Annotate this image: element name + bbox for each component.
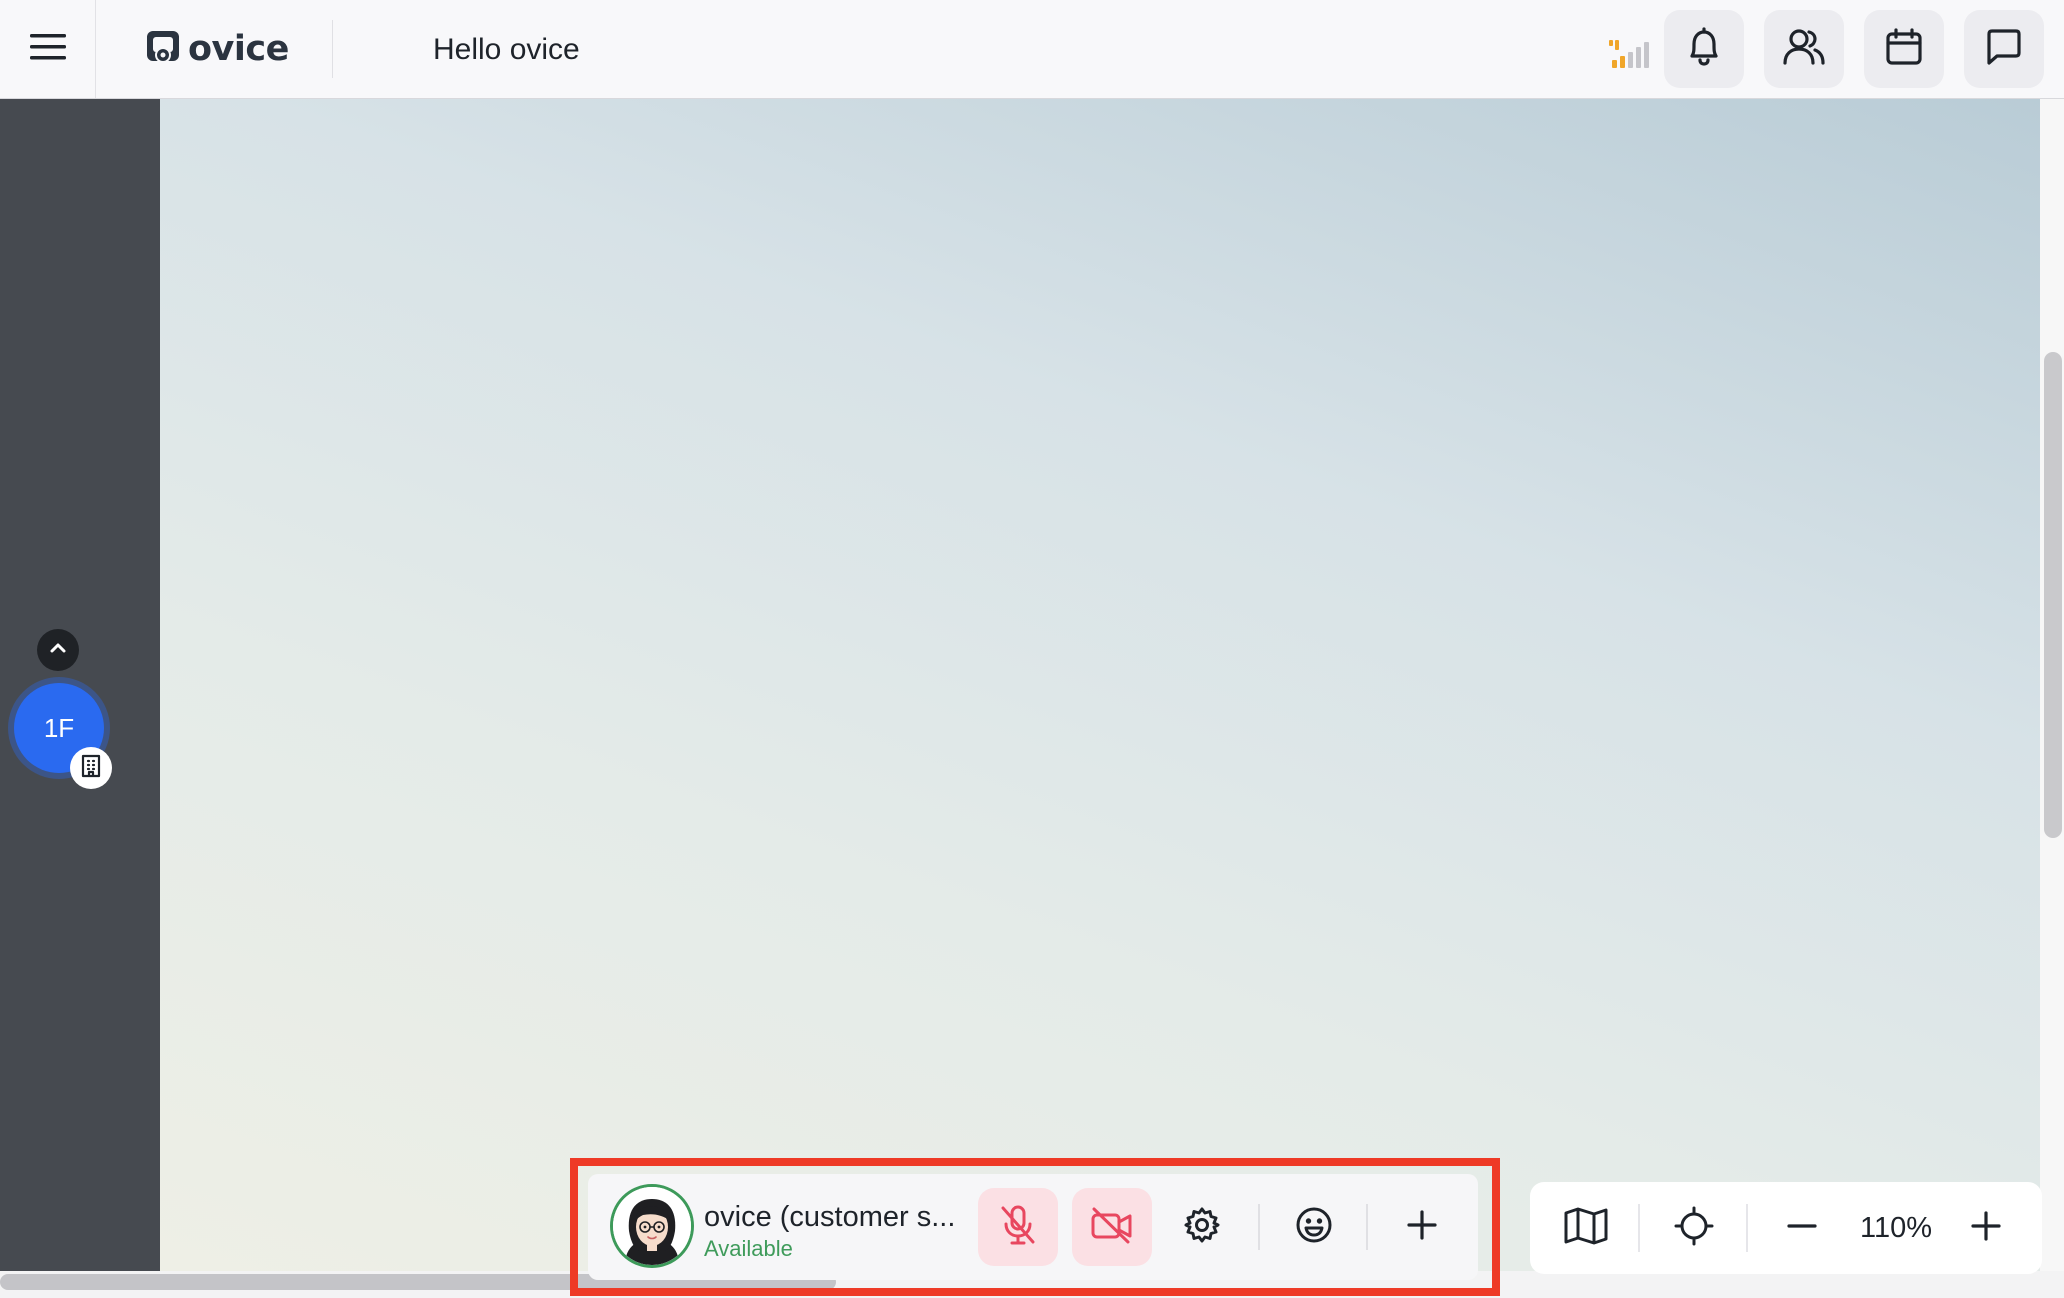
camera-toggle-button[interactable]: [1072, 1188, 1152, 1266]
user-name[interactable]: ovice (customer s...: [704, 1200, 964, 1234]
menu-button[interactable]: [0, 0, 96, 98]
header-divider: [332, 20, 333, 78]
reaction-button[interactable]: [1274, 1188, 1354, 1266]
ovice-logo[interactable]: ovice: [144, 24, 289, 74]
toolbar-separator: [1258, 1204, 1260, 1250]
logo-text: ovice: [188, 29, 289, 69]
avatar[interactable]: [610, 1184, 694, 1268]
map-toolbar-separator: [1746, 1204, 1748, 1252]
map-toolbar: 110%: [1530, 1182, 2042, 1274]
mic-muted-icon: [999, 1204, 1037, 1251]
chat-icon: [1985, 28, 2023, 71]
building-badge: [70, 747, 112, 789]
ovice-logo-icon: [144, 27, 184, 72]
members-button[interactable]: [1764, 10, 1844, 88]
plus-icon: [1406, 1209, 1438, 1246]
notifications-button[interactable]: [1664, 10, 1744, 88]
zoom-out-button[interactable]: [1766, 1192, 1838, 1264]
microphone-toggle-button[interactable]: [978, 1188, 1058, 1266]
map-icon: [1563, 1206, 1609, 1251]
floor-label: 1F: [43, 712, 75, 743]
gear-icon: [1183, 1206, 1221, 1249]
floor-up-button[interactable]: [37, 629, 79, 671]
signal-strength-icon[interactable]: [1608, 36, 1652, 70]
space-title: Hello ovice: [433, 33, 580, 66]
plus-icon: [1970, 1210, 2002, 1247]
toolbar-separator: [1366, 1204, 1368, 1250]
chevron-up-icon: [49, 641, 67, 659]
space-canvas[interactable]: [160, 99, 2040, 1271]
smiley-icon: [1295, 1206, 1333, 1249]
users-icon: [1783, 28, 1825, 71]
map-toolbar-separator: [1638, 1204, 1640, 1252]
building-icon: [80, 754, 102, 783]
calendar-button[interactable]: [1864, 10, 1944, 88]
zoom-level: 110%: [1859, 1212, 1933, 1244]
zoom-in-button[interactable]: [1950, 1192, 2022, 1264]
hamburger-menu-icon: [29, 33, 66, 66]
locate-me-button[interactable]: [1658, 1192, 1730, 1264]
minus-icon: [1786, 1210, 1818, 1247]
settings-button[interactable]: [1162, 1188, 1242, 1266]
top-bar: ovice Hello ovice: [0, 0, 2064, 99]
chat-button[interactable]: [1964, 10, 2044, 88]
camera-off-icon: [1090, 1206, 1134, 1249]
calendar-icon: [1885, 27, 1923, 71]
floor-rail: 1F: [0, 99, 160, 1271]
more-actions-button[interactable]: [1382, 1188, 1462, 1266]
bell-icon: [1686, 26, 1722, 72]
user-status[interactable]: Available: [704, 1236, 793, 1262]
user-toolbar: ovice (customer s... Available: [588, 1174, 1478, 1280]
vertical-scroll-thumb[interactable]: [2044, 352, 2062, 838]
map-view-button[interactable]: [1550, 1192, 1622, 1264]
crosshair-icon: [1674, 1206, 1714, 1251]
